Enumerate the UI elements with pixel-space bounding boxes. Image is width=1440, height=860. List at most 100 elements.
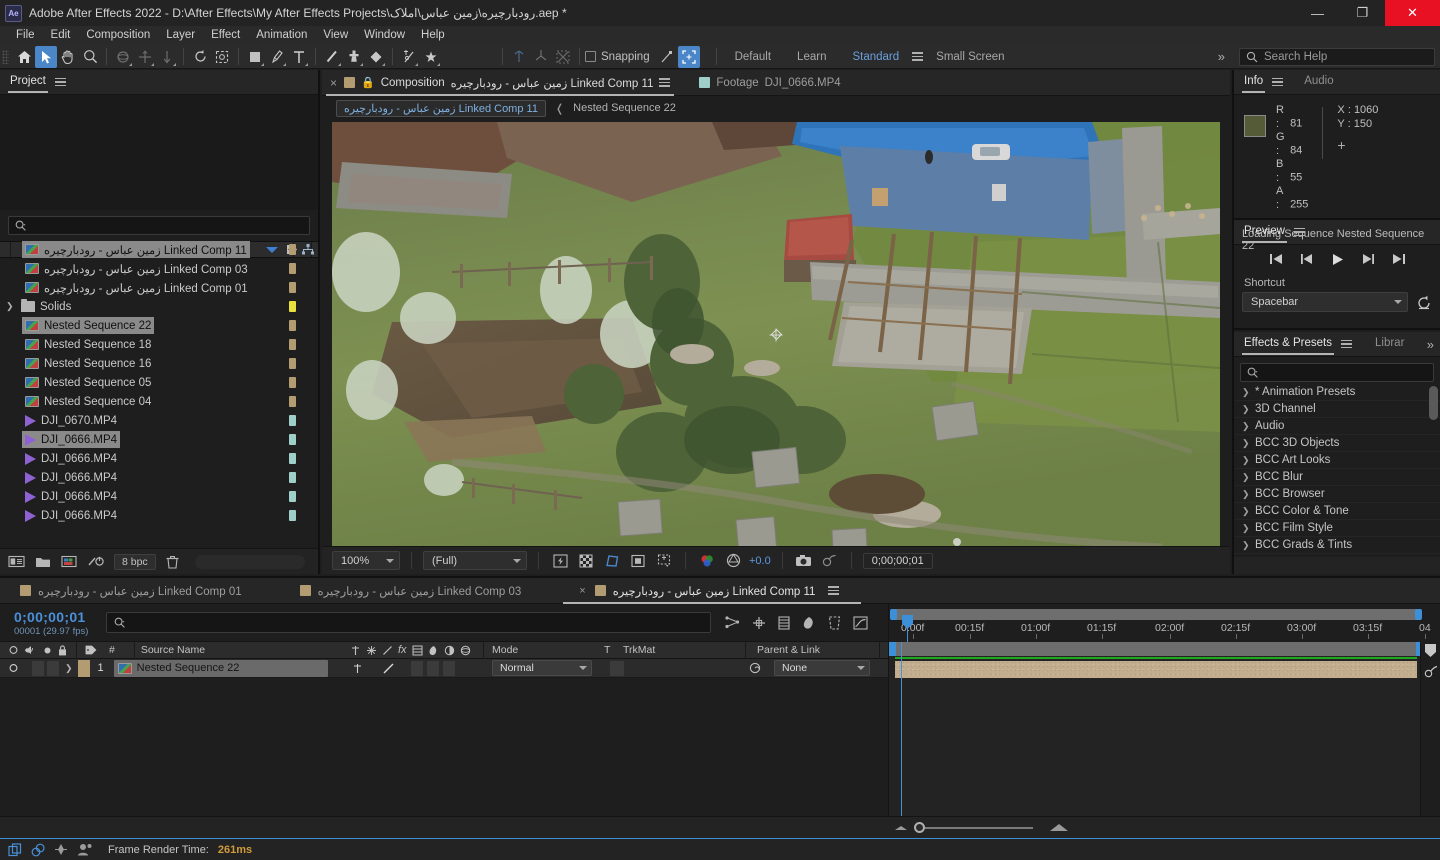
parent-link-header[interactable]: Parent & Link bbox=[757, 644, 820, 656]
cache-indicator-icon[interactable] bbox=[31, 843, 45, 857]
timeline-playhead[interactable] bbox=[901, 642, 902, 816]
project-item-4[interactable]: Nested Sequence 22 bbox=[0, 316, 318, 335]
channel-rgb-icon[interactable] bbox=[697, 552, 717, 570]
transform-box-icon[interactable] bbox=[677, 45, 700, 68]
chevron-right-icon[interactable]: ❯ bbox=[1242, 472, 1250, 483]
lock-icon[interactable]: 🔒 bbox=[361, 76, 375, 89]
project-footer-dropzone[interactable] bbox=[194, 554, 305, 569]
layer-pickwhip-rail-icon[interactable] bbox=[1421, 664, 1440, 678]
composition-timecode[interactable]: 0;00;00;01 bbox=[862, 552, 933, 569]
layer-twirl-icon[interactable]: ❯ bbox=[65, 663, 73, 674]
snap-vertex-icon[interactable] bbox=[656, 46, 678, 68]
project-item-12[interactable]: DJI_0666.MP4 bbox=[0, 468, 318, 487]
play-pause-icon[interactable] bbox=[1331, 253, 1344, 266]
chevron-right-icon[interactable]: ❯ bbox=[1242, 404, 1250, 415]
axis-view-icon[interactable] bbox=[552, 46, 574, 68]
chevron-right-icon[interactable]: ❯ bbox=[1242, 506, 1250, 517]
workspace-small-screen[interactable]: Small Screen bbox=[923, 51, 1017, 63]
effects-overflow-icon[interactable]: » bbox=[1427, 337, 1434, 352]
project-item-label-color[interactable] bbox=[289, 377, 296, 388]
timeline-menu-icon[interactable] bbox=[828, 586, 840, 595]
layer-source-name[interactable]: Nested Sequence 22 bbox=[113, 659, 328, 677]
shape-tool-icon[interactable] bbox=[244, 46, 266, 68]
project-item-label-color[interactable] bbox=[289, 301, 296, 312]
project-item-9[interactable]: DJI_0670.MP4 bbox=[0, 411, 318, 430]
region-of-interest-icon[interactable] bbox=[628, 552, 648, 570]
previous-frame-icon[interactable] bbox=[1300, 253, 1314, 265]
hide-shy-layers-icon[interactable] bbox=[778, 615, 791, 630]
menu-animation[interactable]: Animation bbox=[248, 26, 315, 45]
brush-tool-icon[interactable] bbox=[321, 46, 343, 68]
effects-category-8[interactable]: ❯ BCC Film Style bbox=[1234, 520, 1440, 537]
effects-category-1[interactable]: ❯ 3D Channel bbox=[1234, 401, 1440, 418]
snapping-checkbox[interactable] bbox=[585, 51, 596, 62]
tab-info[interactable]: Info bbox=[1241, 75, 1266, 93]
layer-number-header[interactable]: # bbox=[109, 644, 115, 656]
comp-marker-icon[interactable] bbox=[1421, 643, 1440, 658]
zoom-level-dropdown[interactable]: 100% bbox=[332, 551, 400, 570]
layer-audio-toggle[interactable] bbox=[32, 660, 44, 676]
project-item-10[interactable]: DJI_0666.MP4 bbox=[0, 430, 318, 449]
go-to-end-icon[interactable] bbox=[1392, 253, 1406, 265]
tab-footage[interactable]: Footage DJI_0666.MP4 bbox=[699, 77, 841, 89]
project-settings-icon[interactable] bbox=[87, 555, 104, 568]
zoom-in-icon[interactable] bbox=[1050, 824, 1068, 831]
tab-audio[interactable]: Audio bbox=[1304, 75, 1333, 90]
effects-category-list[interactable]: ❯ * Animation Presets ❯ 3D Channel ❯ Audio ❯ BC… bbox=[1234, 384, 1440, 556]
menu-composition[interactable]: Composition bbox=[78, 26, 158, 45]
workspace-learn[interactable]: Learn bbox=[784, 51, 839, 63]
exposure-icon[interactable] bbox=[723, 552, 743, 570]
tab-project[interactable]: Project bbox=[8, 75, 48, 93]
project-item-label-color[interactable] bbox=[289, 339, 296, 350]
graph-editor-icon[interactable] bbox=[853, 615, 869, 630]
timeline-tab-1[interactable]: زمین عباس - رودبارچیره Linked Comp 03 bbox=[299, 578, 521, 604]
tab-effects-presets[interactable]: Effects & Presets bbox=[1242, 337, 1334, 355]
workspace-default[interactable]: Default bbox=[722, 51, 784, 63]
dolly-tool-icon[interactable] bbox=[156, 46, 178, 68]
project-menu-icon[interactable] bbox=[54, 77, 66, 87]
effects-category-9[interactable]: ❯ BCC Grads & Tints bbox=[1234, 537, 1440, 554]
menu-window[interactable]: Window bbox=[356, 26, 413, 45]
preview-menu-icon[interactable] bbox=[1293, 227, 1305, 237]
project-item-14[interactable]: DJI_0666.MP4 bbox=[0, 506, 318, 525]
effects-category-2[interactable]: ❯ Audio bbox=[1234, 418, 1440, 435]
toolbar-grip[interactable] bbox=[2, 49, 9, 64]
transparency-grid-icon[interactable] bbox=[576, 552, 596, 570]
home-icon[interactable] bbox=[13, 46, 35, 68]
mask-shape-icon[interactable] bbox=[602, 552, 622, 570]
effects-scrollbar-thumb[interactable] bbox=[1429, 386, 1438, 420]
project-item-label-color[interactable] bbox=[289, 244, 296, 255]
chevron-right-icon[interactable]: ❯ bbox=[1242, 455, 1250, 466]
grid-guides-icon[interactable] bbox=[654, 552, 674, 570]
menu-effect[interactable]: Effect bbox=[203, 26, 248, 45]
eraser-tool-icon[interactable] bbox=[365, 46, 387, 68]
effects-category-10[interactable]: ❯BCC Image Restoration bbox=[1234, 554, 1440, 556]
maximize-button[interactable]: ❐ bbox=[1340, 0, 1385, 26]
star-tool-icon[interactable] bbox=[420, 46, 442, 68]
minimize-button[interactable]: — bbox=[1295, 0, 1340, 26]
tab-composition[interactable]: 🔒 Composition زمین عباس - رودبارچیره Lin… bbox=[325, 70, 675, 96]
layer-video-toggle[interactable] bbox=[8, 663, 19, 673]
project-item-1[interactable]: زمین عباس - رودبارچیره Linked Comp 03 bbox=[0, 259, 318, 278]
timeline-tab-2[interactable]: × زمین عباس - رودبارچیره Linked Comp 11 bbox=[563, 578, 862, 604]
rotation-tool-icon[interactable] bbox=[189, 46, 211, 68]
menu-file[interactable]: File bbox=[8, 26, 43, 45]
chevron-right-icon[interactable]: ❯ bbox=[1242, 489, 1250, 500]
tab-preview[interactable]: Preview bbox=[1242, 225, 1287, 243]
chevron-right-icon[interactable]: ❯ bbox=[1242, 523, 1250, 534]
selection-tool-icon[interactable] bbox=[35, 45, 57, 68]
info-menu-icon[interactable] bbox=[1272, 77, 1284, 87]
user-profile-icon[interactable] bbox=[77, 843, 93, 856]
close-icon[interactable]: × bbox=[330, 76, 337, 90]
work-area-start-handle[interactable] bbox=[889, 642, 896, 656]
composition-mini-flowchart-icon[interactable] bbox=[725, 616, 740, 629]
timeline-ruler[interactable]: 0:00f 00:15f 01:00f 01:15f 02:00f 02:15f 03:00… bbox=[888, 604, 1440, 842]
motion-blur-icon[interactable] bbox=[828, 615, 841, 630]
effects-menu-icon[interactable] bbox=[1341, 339, 1352, 349]
show-snapshot-icon[interactable] bbox=[820, 552, 840, 570]
pen-tool-icon[interactable] bbox=[266, 46, 288, 68]
workspace-menu-icon[interactable] bbox=[912, 52, 924, 61]
new-comp-from-footage-icon[interactable] bbox=[8, 555, 25, 568]
bit-depth-button[interactable]: 8 bpc bbox=[114, 553, 156, 570]
orbit-tool-icon[interactable] bbox=[112, 46, 134, 68]
